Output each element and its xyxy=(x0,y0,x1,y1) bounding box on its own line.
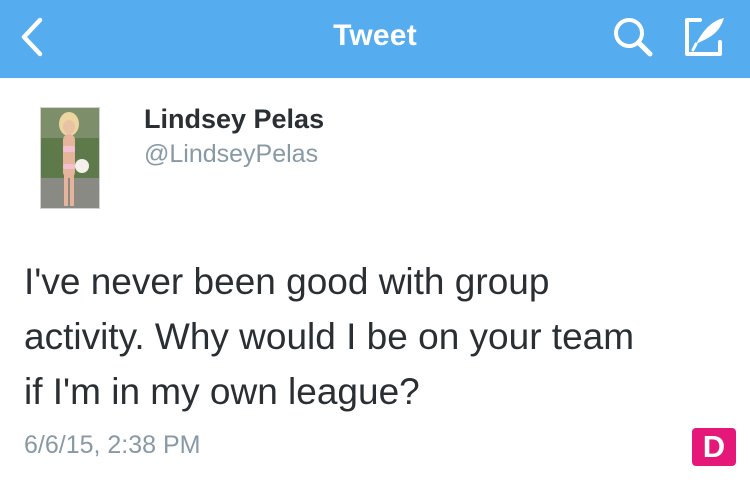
tweet-text-line: activity. Why would I be on your team xyxy=(24,316,635,357)
tweet-text-line: I've never been good with group xyxy=(24,261,550,302)
watermark-badge: D xyxy=(692,428,736,466)
compose-icon xyxy=(685,18,724,56)
tweet-timestamp: 6/6/15, 2:38 PM xyxy=(24,431,201,459)
tweet-text-line: if I'm in my own league? xyxy=(24,371,420,412)
author-name[interactable]: Lindsey Pelas xyxy=(144,104,324,135)
navigation-bar: Tweet xyxy=(0,0,750,78)
search-button[interactable] xyxy=(608,12,658,62)
author-handle[interactable]: @LindseyPelas xyxy=(144,140,318,169)
avatar[interactable] xyxy=(40,107,100,209)
compose-button[interactable] xyxy=(680,12,730,62)
tweet-text: I've never been good with group activity… xyxy=(24,254,724,419)
search-icon xyxy=(614,18,653,57)
profile-photo xyxy=(41,108,99,208)
